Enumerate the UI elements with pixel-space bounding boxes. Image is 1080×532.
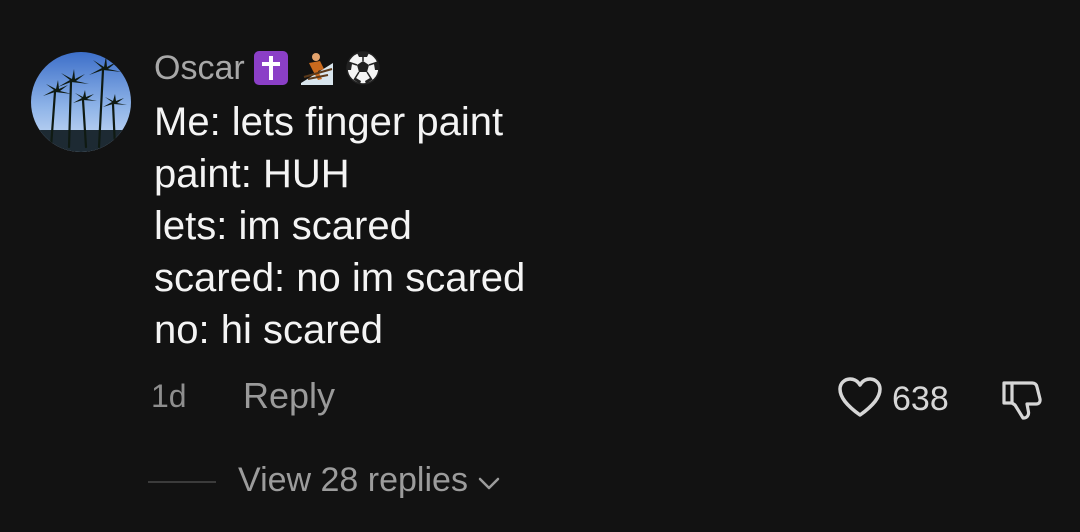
avatar[interactable]	[31, 52, 131, 152]
like-button[interactable]: 638	[836, 375, 949, 424]
replies-divider	[148, 481, 216, 483]
heart-icon[interactable]	[836, 375, 884, 424]
thumbs-down-icon[interactable]	[998, 381, 1046, 427]
comment-author[interactable]: Oscar	[154, 46, 383, 90]
view-replies-label: View 28 replies	[238, 461, 468, 499]
author-name[interactable]: Oscar	[154, 49, 245, 88]
comment-line: lets: im scared	[154, 204, 412, 248]
comment-line: Me: lets finger paint	[154, 100, 504, 144]
reply-button[interactable]: Reply	[243, 375, 335, 417]
comment-line: no: hi scared	[154, 308, 384, 352]
comment-line: scared: no im scared	[154, 256, 526, 300]
like-count: 638	[892, 380, 949, 418]
dislike-button[interactable]	[998, 375, 1046, 428]
latin-cross-emoji	[251, 48, 291, 88]
comment-timestamp: 1d	[151, 378, 187, 414]
view-replies-button[interactable]: View 28 replies	[238, 461, 500, 500]
skier-emoji	[297, 48, 337, 88]
soccer-ball-emoji	[343, 48, 383, 88]
avatar-palm-trees-image	[31, 52, 131, 152]
comment-text: Me: lets finger paint paint: HUH lets: i…	[154, 96, 525, 356]
comment-line: paint: HUH	[154, 152, 350, 196]
chevron-down-icon	[478, 461, 500, 500]
